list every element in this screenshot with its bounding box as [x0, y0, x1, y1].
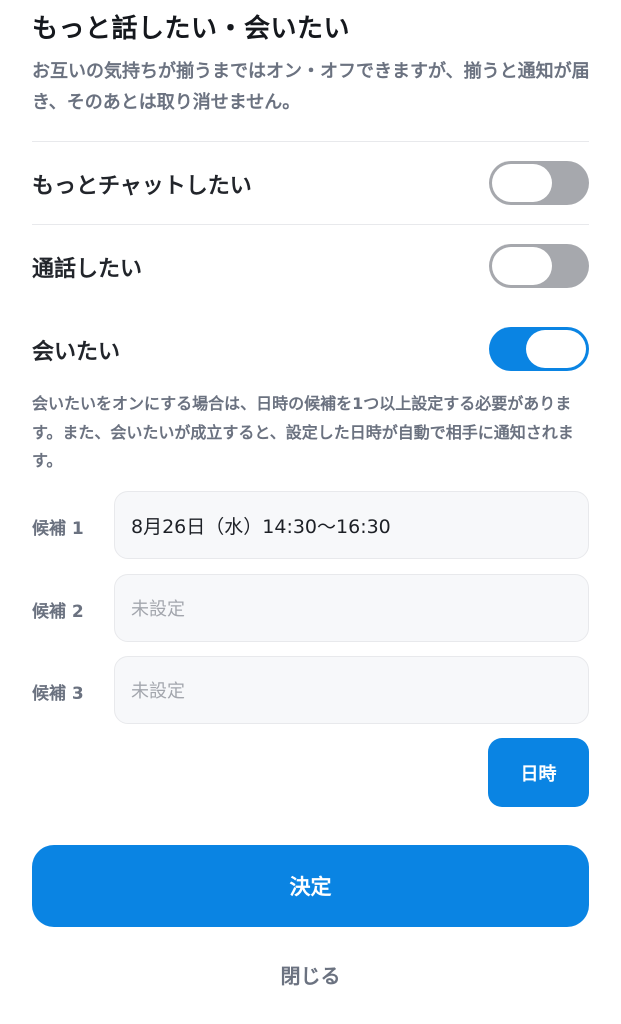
candidate-field-1[interactable]: 8月26日（水）14:30〜16:30: [114, 491, 589, 559]
candidate-placeholder-2: 未設定: [131, 599, 185, 620]
divider: [32, 224, 589, 225]
decide-button[interactable]: 決定: [32, 845, 589, 927]
close-button[interactable]: 閉じる: [0, 960, 621, 989]
candidate-placeholder-3: 未設定: [131, 681, 185, 702]
call-toggle[interactable]: [489, 244, 589, 288]
divider: [32, 141, 589, 142]
chat-meet-preferences-sheet: もっと話したい・会いたい お互いの気持ちが揃うまではオン・オフできますが、揃うと…: [0, 0, 621, 1024]
option-label-chat: もっとチャットしたい: [32, 174, 252, 199]
page-title: もっと話したい・会いたい: [32, 14, 351, 44]
toggle-knob: [492, 247, 552, 285]
page-description: お互いの気持ちが揃うまではオン・オフできますが、揃うと通知が届き、そのあとは取り…: [32, 61, 590, 113]
meet-toggle[interactable]: [489, 327, 589, 371]
option-label-meet: 会いたい: [32, 340, 121, 365]
datetime-button[interactable]: 日時: [488, 738, 589, 807]
candidate-value-1: 8月26日（水）14:30〜16:30: [131, 515, 391, 538]
chat-toggle[interactable]: [489, 161, 589, 205]
option-label-call: 通話したい: [32, 257, 143, 282]
meet-note: 会いたいをオンにする場合は、日時の候補を1つ以上設定する必要があります。また、会…: [32, 394, 574, 470]
candidate-label-2: 候補 2: [32, 602, 84, 622]
toggle-knob: [526, 330, 586, 368]
toggle-knob: [492, 164, 552, 202]
candidate-field-3[interactable]: 未設定: [114, 656, 589, 724]
candidate-label-1: 候補 1: [32, 519, 84, 539]
candidate-field-2[interactable]: 未設定: [114, 574, 589, 642]
candidate-label-3: 候補 3: [32, 684, 84, 704]
